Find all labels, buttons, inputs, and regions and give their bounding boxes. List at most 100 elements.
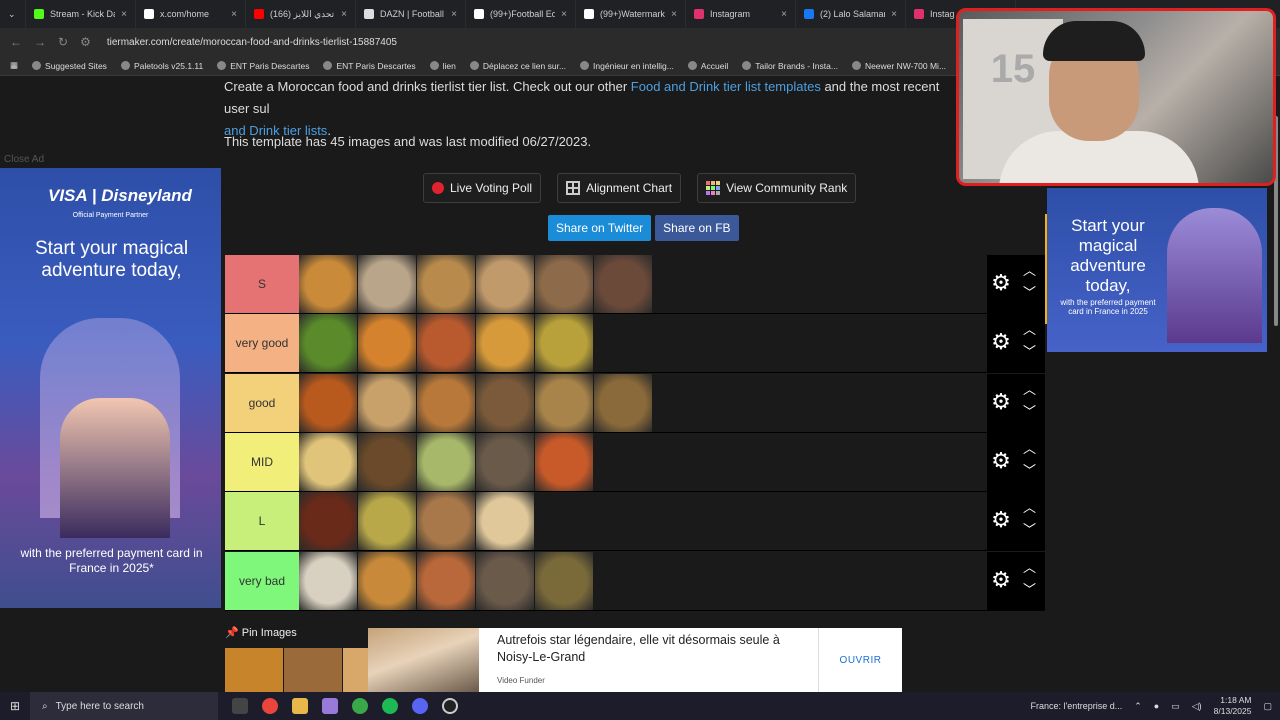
food-image[interactable] [476,432,534,491]
chevron-down-icon[interactable]: ﹀ [1023,583,1036,596]
browser-tab[interactable]: (166) تحدي اللايز × [246,0,356,28]
chevron-up-icon[interactable]: ︿ [1023,383,1036,396]
spotify-icon[interactable] [382,698,398,714]
taskbar-search[interactable]: ⌕ Type here to search [30,692,218,720]
tier-label[interactable]: S [225,255,299,313]
share-fb-button[interactable]: Share on FB [655,215,739,241]
chevron-down-icon[interactable]: ﹀ [1023,405,1036,418]
bookmark-item[interactable]: Ingénieur en intellig... [580,61,674,71]
popup-open-button[interactable]: OUVRIR [818,628,902,692]
app-icon[interactable] [322,698,338,714]
clock[interactable]: 1:18 AM 8/13/2025 [1214,695,1252,717]
food-image[interactable] [358,314,416,373]
news-widget[interactable]: France: l'entreprise d... [1030,701,1122,711]
chevron-down-icon[interactable]: ﹀ [1023,345,1036,358]
chevron-up-icon[interactable]: ︿ [1023,323,1036,336]
microphone-icon[interactable]: ● [1154,701,1159,711]
food-image[interactable] [358,373,416,432]
food-image[interactable] [284,648,342,692]
right-advertisement[interactable]: Start your magical adventure today, with… [1047,188,1267,352]
chevron-down-icon[interactable]: ﹀ [1023,523,1036,536]
notification-popup[interactable]: Autrefois star légendaire, elle vit déso… [368,628,902,692]
close-icon[interactable]: × [671,9,677,20]
food-drink-templates-link[interactable]: Food and Drink tier list templates [631,79,821,94]
tier-label[interactable]: very good [225,314,299,373]
close-icon[interactable]: × [451,9,457,20]
bookmark-item[interactable]: Paletools v25.1.11 [120,61,203,71]
reload-icon[interactable]: ↻ [58,35,68,49]
chevron-up-icon[interactable]: ︿ [1023,501,1036,514]
forward-icon[interactable]: → [34,35,46,49]
browser-tab[interactable]: (99+)Watermark - × [576,0,686,28]
community-rank-button[interactable]: View Community Rank [697,173,857,203]
food-image[interactable] [476,551,534,610]
gear-icon[interactable]: ⚙ [991,449,1011,471]
food-image[interactable] [299,551,357,610]
browser-tab[interactable]: Stream - Kick Da × [26,0,136,28]
food-image[interactable] [594,373,652,432]
share-twitter-button[interactable]: Share on Twitter [548,215,652,241]
tier-label[interactable]: L [225,492,299,551]
url-field[interactable]: tiermaker.com/create/moroccan-food-and-d… [107,37,397,48]
gear-icon[interactable]: ⚙ [991,509,1011,531]
apps-grid-icon[interactable]: ▦ [10,60,18,71]
gear-icon[interactable]: ⚙ [991,390,1011,412]
chevron-up-icon[interactable]: ︿ [1023,264,1036,277]
food-image[interactable] [417,432,475,491]
pin-images-label[interactable]: 📌 Pin Images [225,626,297,639]
food-image[interactable] [535,551,593,610]
network-icon[interactable]: ▭ [1171,701,1180,712]
food-image[interactable] [476,255,534,313]
browser-tab[interactable]: (99+)Football Edi × [466,0,576,28]
gear-icon[interactable]: ⚙ [991,568,1011,590]
file-explorer-icon[interactable] [292,698,308,714]
food-image[interactable] [476,314,534,373]
food-image[interactable] [358,492,416,551]
food-image[interactable] [417,373,475,432]
bookmark-item[interactable]: ENT Paris Descartes [323,61,416,71]
task-view-icon[interactable] [232,698,248,714]
close-icon[interactable]: × [341,9,347,20]
food-image[interactable] [535,432,593,491]
gear-icon[interactable]: ⚙ [991,331,1011,353]
site-info-icon[interactable]: ⚙ [80,35,91,49]
chevron-down-icon[interactable]: ﹀ [1023,464,1036,477]
food-image[interactable] [358,551,416,610]
discord-icon[interactable] [412,698,428,714]
obs-icon[interactable] [442,698,458,714]
food-image[interactable] [535,255,593,313]
food-image[interactable] [417,492,475,551]
tray-chevron-icon[interactable]: ⌃ [1134,701,1142,712]
gear-icon[interactable]: ⚙ [991,272,1011,294]
back-icon[interactable]: ← [10,35,22,49]
bookmark-item[interactable]: Déplacez ce lien sur... [469,61,566,71]
app-icon[interactable] [352,698,368,714]
close-icon[interactable]: × [561,9,567,20]
chrome-icon[interactable] [262,698,278,714]
bookmark-item[interactable]: Accueil [687,61,728,71]
tier-label[interactable]: good [225,373,299,432]
browser-tab[interactable]: Instagram × [686,0,796,28]
food-image[interactable] [299,314,357,373]
food-image[interactable] [225,648,283,692]
tier-label[interactable]: very bad [225,551,299,610]
live-voting-button[interactable]: Live Voting Poll [423,173,542,203]
food-image[interactable] [299,432,357,491]
food-image[interactable] [417,314,475,373]
food-image[interactable] [476,373,534,432]
food-image[interactable] [594,255,652,313]
bookmark-item[interactable]: ENT Paris Descartes [217,61,309,71]
notification-icon[interactable]: ▢ [1263,701,1272,712]
food-image[interactable] [299,255,357,313]
bookmark-item[interactable]: Suggested Sites [32,61,107,71]
windows-start-icon[interactable]: ⊞ [10,699,20,713]
food-image[interactable] [299,492,357,551]
food-image[interactable] [417,551,475,610]
close-icon[interactable]: × [781,9,787,20]
food-image[interactable] [358,255,416,313]
food-image[interactable] [299,373,357,432]
food-image[interactable] [417,255,475,313]
close-icon[interactable]: × [231,9,237,20]
volume-icon[interactable]: ◁) [1192,701,1202,712]
browser-tab[interactable]: (2) Lalo Salamanc × [796,0,906,28]
